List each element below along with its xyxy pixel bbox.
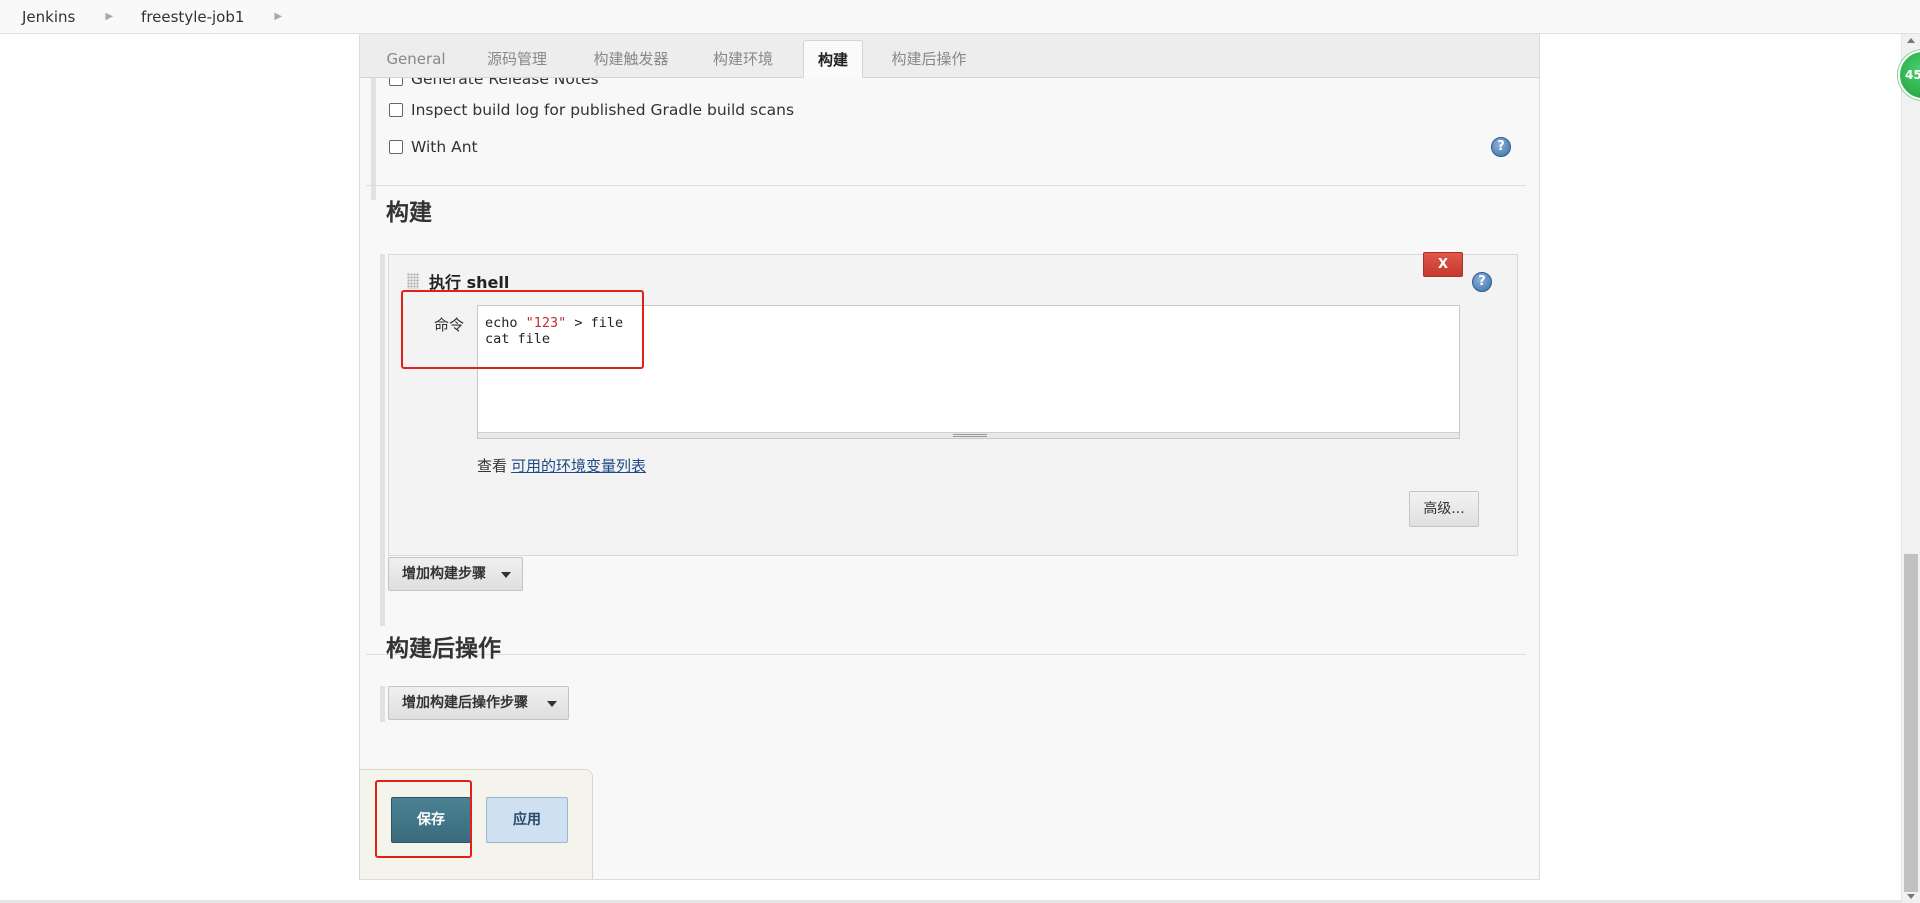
apply-button[interactable]: 应用 [486,797,568,843]
breadcrumb: Jenkins ▶ freestyle-job1 ▶ [0,0,1920,34]
scroll-up-icon[interactable] [1907,38,1915,43]
option-checkbox[interactable] [389,140,403,154]
tab-build-env[interactable]: 构建环境 [708,40,778,78]
build-section-title: 构建 [386,200,432,226]
section-indent-bar [371,78,376,200]
execute-shell-step: 执行 shell X ? 命令 echo "123" > file cat fi… [388,252,1518,556]
scroll-down-icon[interactable] [1907,894,1915,899]
save-apply-bar: 保存 应用 [359,769,593,879]
drag-handle-icon[interactable] [407,273,419,289]
env-vars-link[interactable]: 可用的环境变量列表 [511,457,646,475]
save-button[interactable]: 保存 [391,797,471,843]
command-text: echo "123" > file cat file [485,315,624,347]
option-checkbox[interactable] [389,103,403,117]
config-tabbar: General 源码管理 构建触发器 构建环境 构建 构建后操作 [360,34,1539,78]
page-scrollbar[interactable] [1901,34,1920,903]
command-textarea[interactable]: echo "123" > file cat file [477,305,1460,439]
section-divider [366,185,1526,186]
post-build-indent-bar [380,686,385,722]
section-divider [366,654,1526,655]
help-icon[interactable]: ? [1491,137,1511,157]
breadcrumb-arrow-icon[interactable]: ▶ [105,11,113,22]
delete-step-button[interactable]: X [1423,252,1463,277]
post-build-section-title: 构建后操作 [386,636,501,662]
resize-grip-icon[interactable] [953,434,987,437]
help-icon[interactable]: ? [1472,272,1492,292]
option-with-ant[interactable]: With Ant [389,138,478,156]
partial-option-clip: Generate Release Notes [360,78,1539,98]
tab-triggers[interactable]: 构建触发器 [588,40,674,78]
tab-scm[interactable]: 源码管理 [482,40,552,78]
breadcrumb-jenkins[interactable]: Jenkins [22,8,75,26]
option-checkbox[interactable] [389,78,403,86]
textarea-resize-bar[interactable] [478,432,1459,438]
dropdown-caret-icon [501,572,511,578]
advanced-button[interactable]: 高级... [1409,491,1479,527]
env-vars-hint: 查看 可用的环境变量列表 [477,457,647,475]
breadcrumb-job[interactable]: freestyle-job1 [141,8,244,26]
add-build-step-button[interactable]: 增加构建步骤 [388,557,523,591]
add-post-build-step-button[interactable]: 增加构建后操作步骤 [388,686,569,720]
scrollbar-thumb[interactable] [1904,554,1918,892]
option-inspect-gradle[interactable]: Inspect build log for published Gradle b… [389,101,794,119]
dropdown-caret-icon [547,701,557,707]
tab-general[interactable]: General [386,40,446,78]
build-indent-bar [380,254,385,626]
config-panel: General 源码管理 构建触发器 构建环境 构建 构建后操作 Generat… [359,34,1540,880]
option-generate-release-notes[interactable]: Generate Release Notes [389,78,599,88]
tab-build[interactable]: 构建 [803,40,863,78]
breadcrumb-arrow-icon[interactable]: ▶ [274,11,282,22]
step-title: 执行 shell [429,273,510,292]
tab-post-build[interactable]: 构建后操作 [886,40,972,78]
command-label: 命令 [434,316,465,334]
